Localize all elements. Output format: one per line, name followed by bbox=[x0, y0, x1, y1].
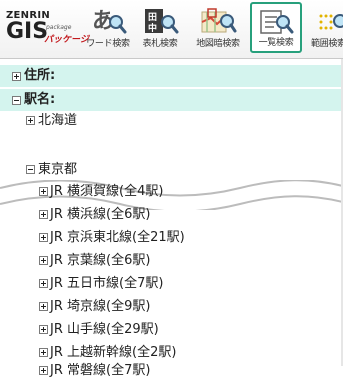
expand-plus-icon[interactable] bbox=[39, 279, 48, 288]
tree-group-label: 駅名: bbox=[24, 92, 56, 107]
expand-plus-icon[interactable] bbox=[39, 256, 48, 265]
tree-node-label: JR 京葉線(全6駅) bbox=[50, 253, 151, 268]
list-search-label: 一覧検索 bbox=[258, 38, 294, 48]
expand-plus-icon[interactable] bbox=[39, 233, 48, 242]
expand-plus-icon[interactable] bbox=[39, 210, 48, 219]
expand-plus-icon[interactable] bbox=[39, 348, 48, 357]
tree-node-label: JR 横須賀線(全4駅) bbox=[50, 184, 164, 199]
nameplate-search-label: 表札検索 bbox=[142, 39, 178, 49]
search-result-tree: 住所: 駅名: 北海道 東京都 JR 横須賀線(全4駅) JR 横浜線(全6駅)… bbox=[0, 59, 343, 378]
tree-group-label: 住所: bbox=[24, 68, 56, 83]
tree-node-label: 東京都 bbox=[38, 162, 78, 177]
toolbar: ZENRIN GIS package パッケージ あ ワード検索 田 中 表札検… bbox=[0, 0, 343, 59]
tree-node-label: JR 京浜東北線(全21駅) bbox=[50, 230, 185, 245]
word-search-label: ワード検索 bbox=[86, 39, 130, 49]
nameplate-search-icon: 田 中 bbox=[145, 9, 179, 34]
word-search-icon: あ bbox=[92, 8, 127, 34]
expand-plus-icon[interactable] bbox=[39, 366, 48, 375]
map-search-icon bbox=[201, 8, 237, 33]
expand-plus-icon[interactable] bbox=[39, 302, 48, 311]
tree-node-label: JR 五日市線(全7駅) bbox=[50, 276, 164, 291]
nameplate-search-button[interactable]: 田 中 表札検索 bbox=[134, 2, 186, 53]
tree-node-label: 北海道 bbox=[38, 113, 78, 128]
tree-group-station[interactable]: 駅名: bbox=[0, 89, 343, 111]
tree-node-label: JR 埼京線(全9駅) bbox=[50, 299, 151, 314]
range-search-icon bbox=[319, 14, 343, 30]
svg-text:田: 田 bbox=[148, 12, 157, 23]
expand-plus-icon[interactable] bbox=[39, 187, 48, 196]
range-search-button[interactable]: 範囲検索 bbox=[306, 2, 343, 53]
logo-product: GIS bbox=[6, 19, 49, 44]
map-search-label: 地図暗検索 bbox=[196, 39, 240, 49]
tree-node-label: JR 山手線(全29駅) bbox=[50, 322, 159, 337]
range-search-label: 範囲検索 bbox=[311, 39, 343, 49]
app-logo: ZENRIN GIS package パッケージ bbox=[6, 10, 89, 50]
tree-node-label: JR 常磐線(全7駅) bbox=[50, 363, 151, 378]
expand-plus-icon[interactable] bbox=[39, 325, 48, 334]
logo-package-en: package bbox=[46, 24, 72, 31]
collapse-minus-icon[interactable] bbox=[12, 96, 21, 105]
expand-plus-icon[interactable] bbox=[12, 72, 21, 81]
tree-node-label: JR 横浜線(全6駅) bbox=[50, 207, 151, 222]
svg-text:中: 中 bbox=[148, 22, 157, 34]
word-search-button[interactable]: あ ワード検索 bbox=[82, 2, 134, 53]
list-search-button[interactable]: 一覧検索 bbox=[250, 2, 302, 53]
expand-plus-icon[interactable] bbox=[26, 116, 35, 125]
tree-group-address[interactable]: 住所: bbox=[0, 65, 343, 87]
map-search-button[interactable]: 地図暗検索 bbox=[192, 2, 244, 53]
collapse-minus-icon[interactable] bbox=[26, 165, 35, 174]
